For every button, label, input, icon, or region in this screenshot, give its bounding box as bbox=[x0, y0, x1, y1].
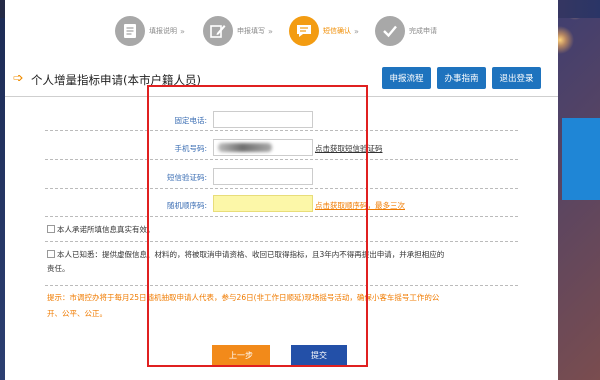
redacted-phone-number bbox=[218, 143, 272, 152]
get-sms-code-link[interactable]: 点击获取短信验证码 bbox=[315, 143, 383, 154]
promise-checkbox[interactable] bbox=[47, 225, 55, 233]
guide-button[interactable]: 办事指南 bbox=[437, 67, 486, 89]
aware-text-line2: 责任。 bbox=[47, 264, 70, 273]
chevron-right-icon: » bbox=[354, 26, 359, 36]
landline-label: 固定电话: bbox=[174, 116, 207, 125]
document-icon bbox=[115, 16, 145, 46]
sms-code-label: 短信验证码: bbox=[166, 173, 207, 182]
step-instructions: 填报说明 » bbox=[115, 16, 185, 46]
divider bbox=[45, 285, 518, 286]
promise-note: 本人承诺所填信息真实有效。 bbox=[47, 223, 155, 237]
check-icon bbox=[375, 16, 405, 46]
step-label: 申报填写 bbox=[237, 27, 265, 35]
hint-text-line1: 提示：市调控办将于每月25日随机抽取申请人代表，参与26日(非工作日顺延)现场摇… bbox=[47, 293, 440, 302]
landline-input[interactable] bbox=[213, 111, 313, 128]
edit-icon bbox=[203, 16, 233, 46]
get-random-code-link[interactable]: 点击获取顺序码，最多三次 bbox=[315, 200, 405, 211]
title-bar: ➩ 个人增量指标申请(本市户籍人员) 申报流程 办事指南 退出登录 bbox=[5, 63, 558, 97]
divider bbox=[45, 130, 518, 131]
submit-button[interactable]: 提交 bbox=[291, 345, 347, 365]
promise-text: 本人承诺所填信息真实有效。 bbox=[57, 225, 155, 234]
divider bbox=[45, 241, 518, 242]
aware-note: 本人已知悉：提供虚假信息、材料的，将被取消申请资格、收回已取得指标，且3年内不得… bbox=[47, 248, 522, 276]
sms-code-input[interactable] bbox=[213, 168, 313, 185]
application-panel: 填报说明 » 申报填写 » 短信确认 » 完成申请 ➩ 个人增量指标申请(本市户… bbox=[5, 0, 558, 380]
divider bbox=[45, 159, 518, 160]
aware-checkbox[interactable] bbox=[47, 250, 55, 258]
divider bbox=[45, 188, 518, 189]
arrow-right-icon: ➩ bbox=[13, 71, 24, 86]
side-blue-banner bbox=[562, 118, 600, 200]
previous-step-button[interactable]: 上一步 bbox=[212, 345, 270, 365]
step-label: 填报说明 bbox=[149, 27, 177, 35]
step-label: 完成申请 bbox=[409, 27, 437, 35]
random-code-label: 随机顺序码: bbox=[166, 201, 207, 210]
progress-steps: 填报说明 » 申报填写 » 短信确认 » 完成申请 bbox=[5, 0, 558, 58]
step-complete: 完成申请 bbox=[375, 16, 437, 46]
divider bbox=[45, 216, 518, 217]
step-fill: 申报填写 » bbox=[203, 16, 273, 46]
chevron-right-icon: » bbox=[268, 26, 273, 36]
logout-button[interactable]: 退出登录 bbox=[492, 67, 541, 89]
step-label: 短信确认 bbox=[323, 27, 351, 35]
message-icon bbox=[289, 16, 319, 46]
hint-text-line2: 开、公平、公正。 bbox=[47, 309, 107, 318]
step-sms-confirm: 短信确认 » bbox=[289, 16, 359, 46]
mobile-label: 手机号码: bbox=[174, 144, 207, 153]
page-title: 个人增量指标申请(本市户籍人员) bbox=[31, 73, 201, 87]
random-code-input[interactable] bbox=[213, 195, 313, 212]
process-button[interactable]: 申报流程 bbox=[382, 67, 431, 89]
chevron-right-icon: » bbox=[180, 26, 185, 36]
hint-note: 提示：市调控办将于每月25日随机抽取申请人代表，参与26日(非工作日顺延)现场摇… bbox=[47, 290, 517, 322]
aware-text-line1: 本人已知悉：提供虚假信息、材料的，将被取消申请资格、收回已取得指标，且3年内不得… bbox=[57, 250, 445, 259]
